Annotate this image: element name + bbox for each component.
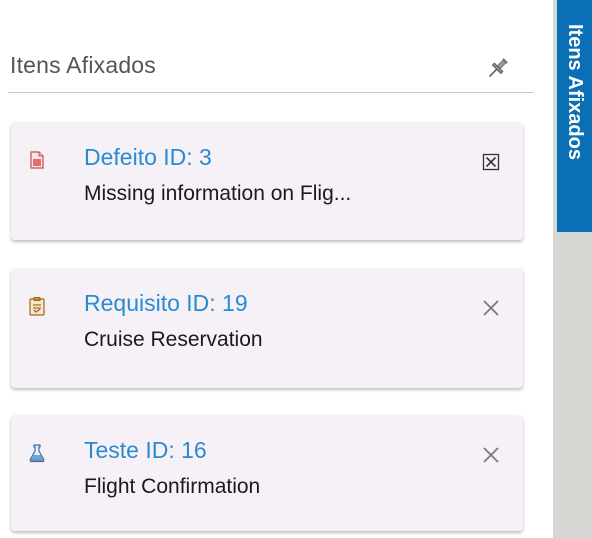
pin-icon[interactable] [484, 54, 512, 82]
pinned-item-description: Cruise Reservation [84, 328, 263, 351]
defect-icon [27, 150, 47, 170]
pinned-item-title-link[interactable]: Requisito ID: 19 [84, 290, 248, 317]
side-tab-label: Itens Afixados [564, 24, 586, 160]
close-icon[interactable] [479, 296, 503, 320]
pinned-item-description: Flight Confirmation [84, 475, 261, 498]
pinned-item-card[interactable]: Requisito ID: 19 Cruise Reservation [11, 268, 523, 388]
close-icon[interactable] [479, 443, 503, 467]
pinned-item-title-link[interactable]: Defeito ID: 3 [84, 144, 212, 171]
pinned-items-root: Itens Afixados Defeito ID: 3 Missing inf… [0, 0, 592, 538]
pinned-item-title-link[interactable]: Teste ID: 16 [84, 437, 207, 464]
close-box-icon[interactable] [479, 150, 503, 174]
requirement-icon [27, 296, 47, 316]
pinned-item-card[interactable]: Defeito ID: 3 Missing information on Fli… [11, 122, 523, 240]
pinned-items-side-tab[interactable]: Itens Afixados [557, 0, 592, 232]
pinned-item-card[interactable]: Teste ID: 16 Flight Confirmation [11, 415, 523, 531]
test-icon [27, 443, 47, 463]
panel-title: Itens Afixados [10, 52, 156, 78]
pinned-items-panel: Itens Afixados Defeito ID: 3 Missing inf… [0, 0, 536, 538]
pinned-item-description: Missing information on Flig... [84, 182, 352, 205]
panel-header: Itens Afixados [8, 40, 534, 93]
